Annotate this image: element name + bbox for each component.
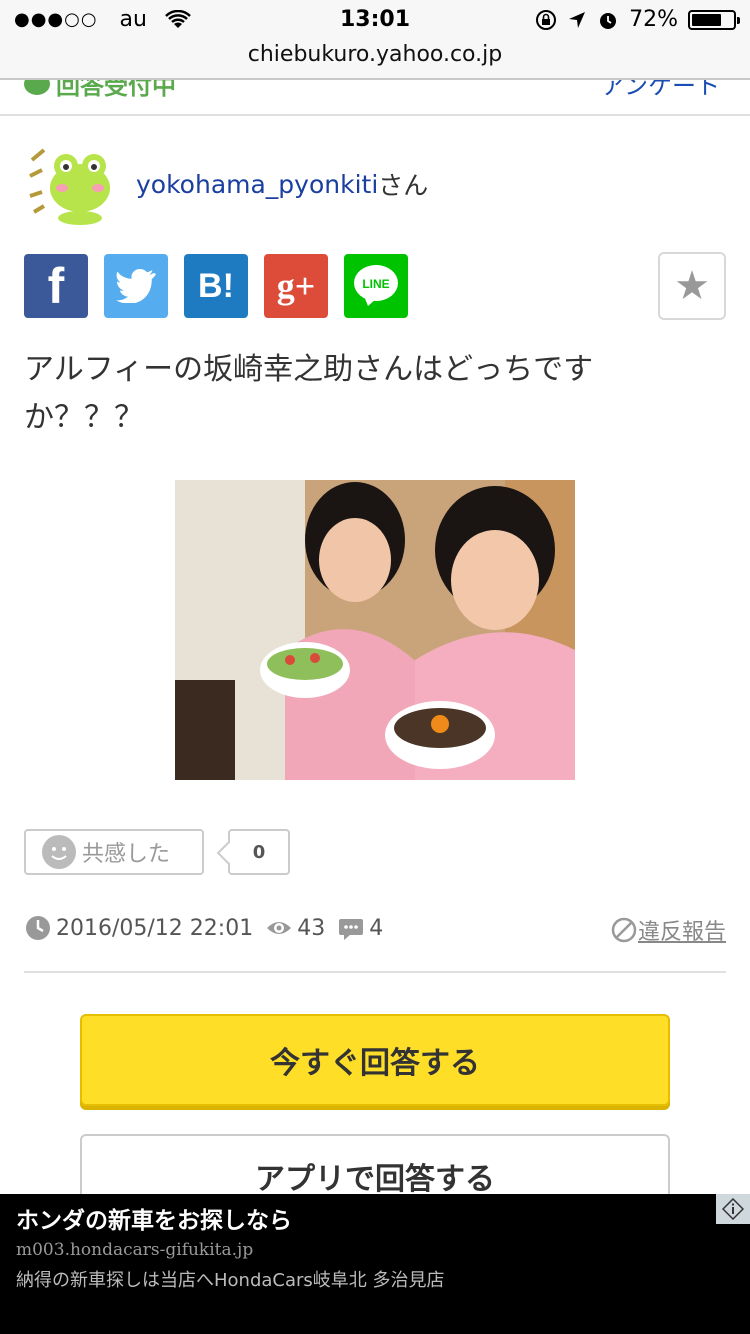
eye-icon <box>267 922 292 934</box>
twitter-share-button[interactable] <box>104 254 168 318</box>
hatena-icon: B! <box>198 266 234 305</box>
twitter-icon <box>116 269 156 303</box>
hatena-bookmark-button[interactable]: B! <box>184 254 248 318</box>
status-row: 回答受付中 アンケート <box>0 80 750 114</box>
star-icon: ★ <box>674 263 710 309</box>
favorite-star-button[interactable]: ★ <box>658 252 726 320</box>
url-bar[interactable]: chiebukuro.yahoo.co.jp <box>0 40 750 78</box>
url-text: chiebukuro.yahoo.co.jp <box>247 42 503 67</box>
survey-link[interactable]: アンケート <box>601 80 720 101</box>
username-suffix: さん <box>378 171 429 200</box>
report-label: 違反報告 <box>637 920 726 945</box>
alarm-icon <box>600 12 617 29</box>
meta-divider <box>24 971 726 973</box>
google-plus-icon: g+ <box>276 266 316 306</box>
battery-icon <box>688 9 740 30</box>
status-right: 72% <box>535 7 740 32</box>
clock-icon <box>26 916 50 940</box>
answer-count: 4 <box>369 915 384 941</box>
line-share-button[interactable]: LINE <box>344 254 408 318</box>
empathy-label: 共感した <box>82 842 171 867</box>
battery-fill <box>692 13 721 26</box>
empathy-count: 0 <box>228 829 290 875</box>
google-plus-button[interactable]: g+ <box>264 254 328 318</box>
empathy-button[interactable]: 共感した <box>24 829 204 875</box>
posted-date: 2016/05/12 22:01 <box>56 915 254 941</box>
report-link[interactable]: 違反報告 <box>610 914 726 946</box>
prohibited-icon <box>611 917 637 943</box>
accepting-answers-label: 回答受付中 <box>24 80 176 101</box>
smile-icon <box>42 835 76 869</box>
battery-percent: 72% <box>629 7 678 32</box>
facebook-share-button[interactable]: f <box>24 254 88 318</box>
ad-title: ホンダの新車をお探しなら <box>16 1208 292 1234</box>
share-buttons: f B! g+ LINE <box>24 254 408 318</box>
line-icon-label: LINE <box>362 277 389 291</box>
view-count: 43 <box>297 915 326 941</box>
ad-info-icon[interactable] <box>716 1194 750 1224</box>
question-meta: 2016/05/12 22:01 43 4 <box>24 914 383 942</box>
question-photo[interactable] <box>175 480 575 780</box>
ad-url: m003.hondacars-gifukita.jp <box>16 1240 254 1260</box>
facebook-icon: f <box>47 258 65 314</box>
avatar[interactable] <box>24 140 120 228</box>
ad-description: 納得の新車探しは当店へHondaCars岐阜北 多治見店 <box>16 1270 445 1291</box>
username-link[interactable]: yokohama_pyonkiti <box>136 170 378 199</box>
speech-bubble-icon <box>24 80 50 95</box>
location-icon <box>569 11 586 28</box>
questioner: yokohama_pyonkiti さん <box>24 140 428 228</box>
ad-banner[interactable]: ホンダの新車をお探しなら m003.hondacars-gifukita.jp … <box>0 1194 750 1334</box>
answer-now-button[interactable]: 今すぐ回答する <box>80 1014 670 1106</box>
frog-avatar-icon <box>29 148 110 225</box>
question-text: アルフィーの坂崎幸之助さんはどっちですか？？？ <box>24 352 594 435</box>
section-divider <box>0 114 750 116</box>
photo-image <box>175 480 575 780</box>
accepting-answers-text: 回答受付中 <box>56 80 176 100</box>
line-icon: LINE <box>354 265 398 306</box>
rotation-lock-icon <box>536 9 557 30</box>
status-bar: ●●●○○ au 13:01 72% <box>0 0 750 40</box>
comment-icon <box>339 919 364 940</box>
